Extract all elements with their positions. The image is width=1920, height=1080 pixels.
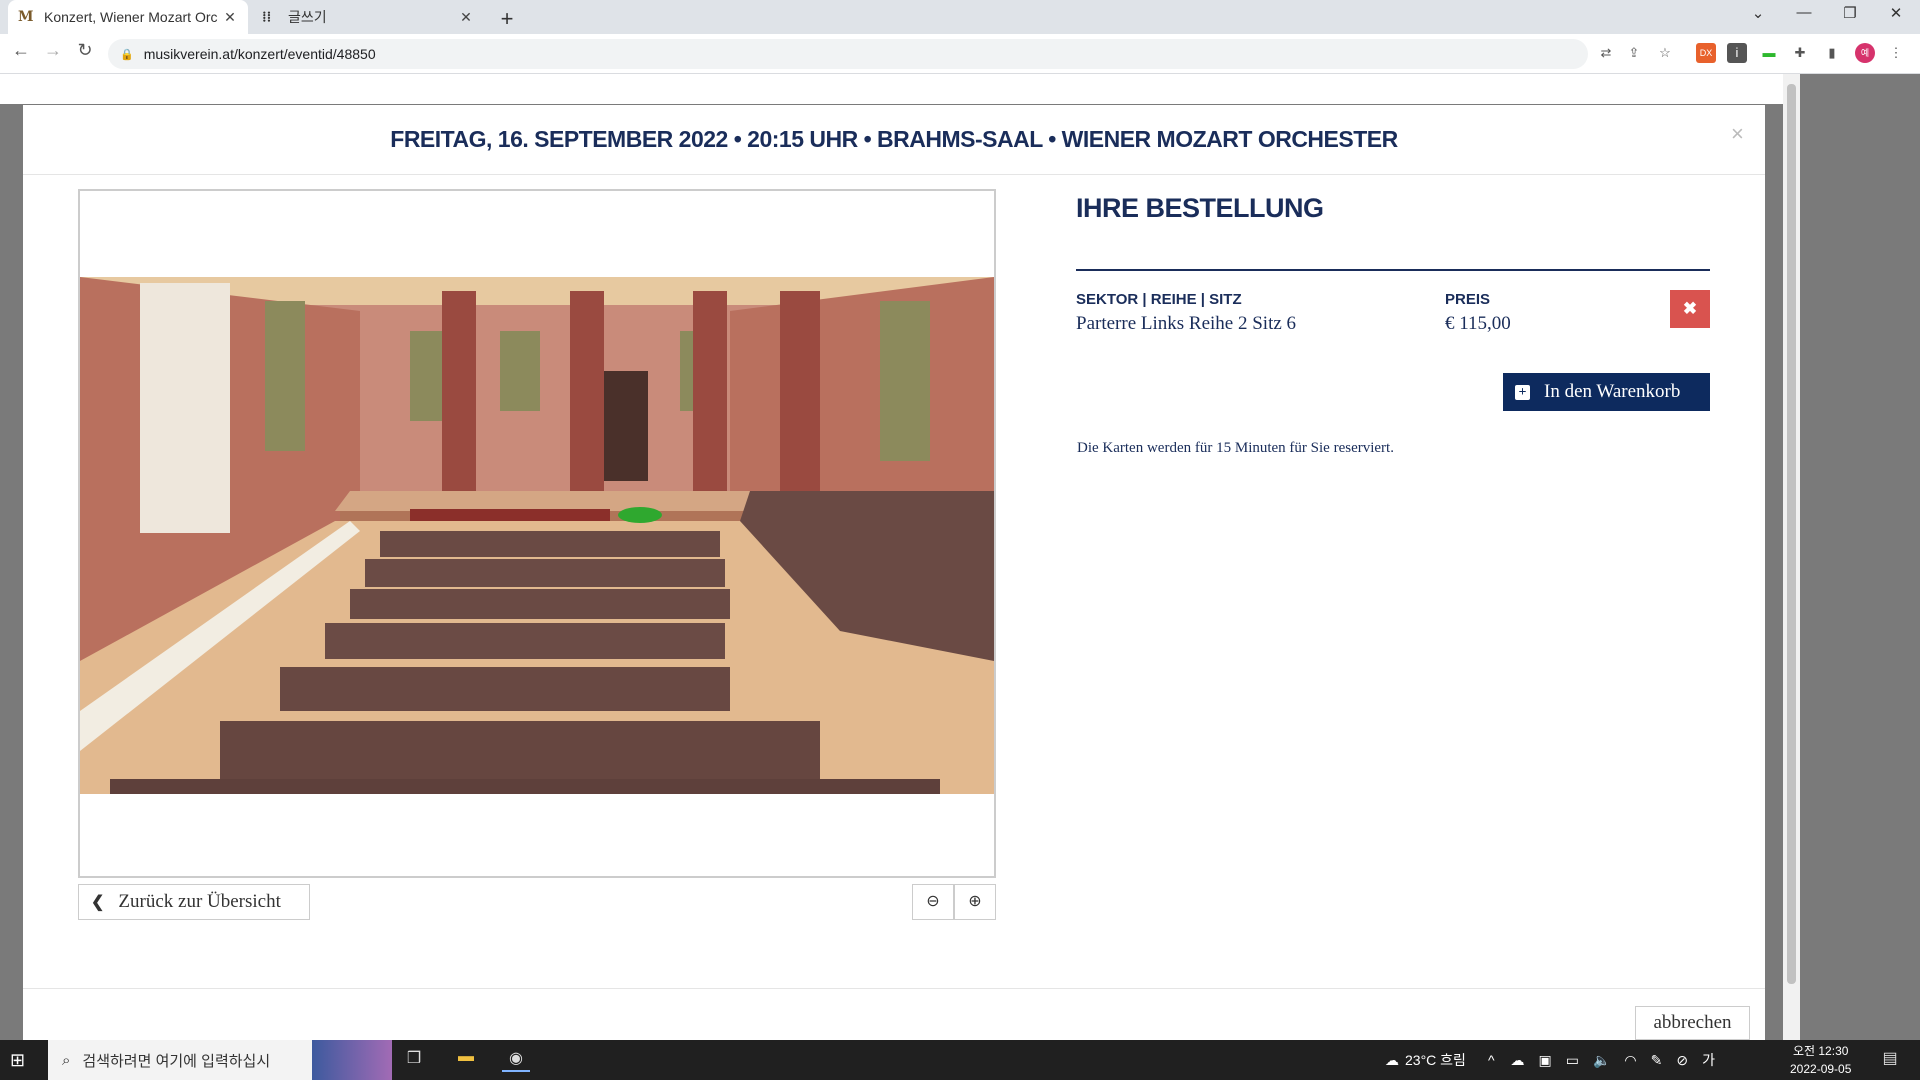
new-tab-plus-icon[interactable]: + [496,6,518,32]
close-tab-icon[interactable]: ✕ [222,9,238,26]
hall-seat-view [78,189,996,878]
chevron-left-icon: ❮ [91,894,105,911]
seat-selection-modal: FREITAG, 16. SEPTEMBER 2022 • 20:15 UHR … [23,105,1765,1040]
device-icon[interactable]: ▣ [1539,1052,1552,1069]
tab-konzert[interactable]: M Konzert, Wiener Mozart Orc ✕ [8,0,248,34]
tab-write[interactable]: ⁞⁞ 글쓰기 ✕ [252,0,484,34]
sidepanel-icon[interactable]: ▮ [1822,43,1842,63]
zoom-in-button[interactable]: ⊕ [954,884,996,920]
modal-header: FREITAG, 16. SEPTEMBER 2022 • 20:15 UHR … [23,105,1765,175]
order-divider [1076,269,1710,271]
chrome-icon[interactable]: ◉ [502,1048,530,1072]
extension-info-icon[interactable]: i [1727,43,1747,63]
windows-start-icon[interactable]: ⊞ [10,1050,25,1071]
site-header-backdrop [0,74,1783,104]
cloud-weather-icon: ☁ [1385,1051,1399,1068]
order-heading: IHRE BESTELLUNG [1076,193,1324,223]
clock-date: 2022-09-05 [1790,1062,1852,1076]
search-icon: ⌕ [62,1051,71,1069]
hall-illustration [80,191,994,876]
tray-chevron-up-icon[interactable]: ^ [1488,1052,1495,1068]
menu-kebab-icon[interactable]: ⋮ [1886,43,1906,63]
page-viewport: FREITAG, 16. SEPTEMBER 2022 • 20:15 UHR … [0,74,1920,1040]
browser-tab-strip: M Konzert, Wiener Mozart Orc ✕ ⁞⁞ 글쓰기 ✕ … [0,0,1920,34]
back-arrow-icon[interactable]: ← [8,40,34,61]
add-to-cart-label: In den Warenkorb [1544,381,1681,402]
battery-icon[interactable]: ▭ [1566,1052,1579,1069]
reload-icon[interactable]: ↻ [72,40,98,61]
remove-seat-button[interactable]: ✖ [1670,290,1710,328]
restore-icon[interactable]: ❐ [1827,4,1873,22]
speaker-icon[interactable]: 🔈 [1593,1052,1610,1069]
system-tray: ☁ 23°C 흐림 ^ ☁ ▣ ▭ 🔈 ◠ ✎ ⊘ 가 [1385,1040,1715,1080]
ime-icon[interactable]: 가 [1702,1050,1715,1070]
pen-icon[interactable]: ✎ [1651,1052,1663,1069]
back-to-overview-button[interactable]: ❮ Zurück zur Übersicht [78,884,310,920]
puzzle-extensions-icon[interactable]: ✚ [1790,43,1810,63]
windows-taskbar: ⊞ ⌕ 검색하려면 여기에 입력하십시 ❒ ▬ ◉ ☁ 23°C 흐림 ^ ☁ … [0,1040,1920,1080]
editor-favicon-icon: ⁞⁞ [262,8,272,25]
close-tab-icon[interactable]: ✕ [458,9,474,26]
lock-icon: 🔒 [120,48,134,61]
notification-icon[interactable]: ▤ [1876,1048,1904,1072]
translate-icon[interactable]: ⇄ [1596,43,1616,63]
price-value: € 115,00 [1445,313,1511,334]
modal-close-icon[interactable]: × [1731,121,1744,147]
seat-value: Parterre Links Reihe 2 Sitz 6 [1076,313,1297,334]
network-icon[interactable]: ◠ [1624,1052,1636,1069]
close-x-icon: ✖ [1682,299,1698,318]
zoom-out-icon: ⊖ [926,893,940,910]
tab-search-chevron-icon[interactable]: ⌄ [1735,4,1781,22]
search-highlight-image [312,1040,392,1080]
taskbar-search-placeholder: 검색하려면 여기에 입력하십시 [82,1052,271,1070]
onedrive-icon[interactable]: ☁ [1511,1052,1525,1069]
minimize-icon[interactable]: — [1781,4,1827,21]
back-label: Zurück zur Übersicht [118,891,281,912]
cancel-button[interactable]: abbrechen [1635,1006,1750,1040]
file-explorer-icon[interactable]: ▬ [452,1048,480,1072]
taskbar-clock[interactable]: 오전 12:30 2022-09-05 [1790,1042,1851,1078]
price-column-header: PREIS [1445,291,1491,308]
url-text: musikverein.at/konzert/eventid/48850 [143,46,376,62]
extension-icon[interactable]: DX [1696,43,1716,63]
address-bar[interactable]: 🔒 musikverein.at/konzert/eventid/48850 [108,39,1588,69]
task-view-icon[interactable]: ❒ [400,1048,428,1072]
musikverein-favicon-icon: M [18,9,34,25]
window-close-icon[interactable]: ✕ [1873,4,1919,22]
scrollbar-thumb[interactable] [1787,84,1796,984]
tab-title: 글쓰기 [288,9,327,25]
forward-arrow-icon[interactable]: → [40,40,66,61]
share-icon[interactable]: ⇪ [1624,43,1644,63]
reservation-note: Die Karten werden für 15 Minuten für Sie… [1077,440,1394,456]
profile-avatar-icon[interactable]: 예 [1855,43,1875,63]
tab-title: Konzert, Wiener Mozart Orc [44,9,218,25]
add-to-cart-button[interactable]: + In den Warenkorb [1503,373,1710,411]
zoom-in-icon: ⊕ [968,893,982,910]
extension-green-icon[interactable]: ▬ [1759,43,1779,63]
modal-footer-divider [23,988,1765,989]
bookmark-star-icon[interactable]: ☆ [1655,43,1675,63]
event-title: FREITAG, 16. SEPTEMBER 2022 • 20:15 UHR … [390,126,1398,152]
blocked-icon[interactable]: ⊘ [1676,1052,1688,1069]
weather-text[interactable]: 23°C 흐림 [1405,1050,1466,1070]
seat-column-header: SEKTOR | REIHE | SITZ [1076,291,1242,308]
clock-time: 오전 12:30 [1792,1044,1849,1058]
zoom-out-button[interactable]: ⊖ [912,884,954,920]
plus-square-icon: + [1515,384,1530,400]
